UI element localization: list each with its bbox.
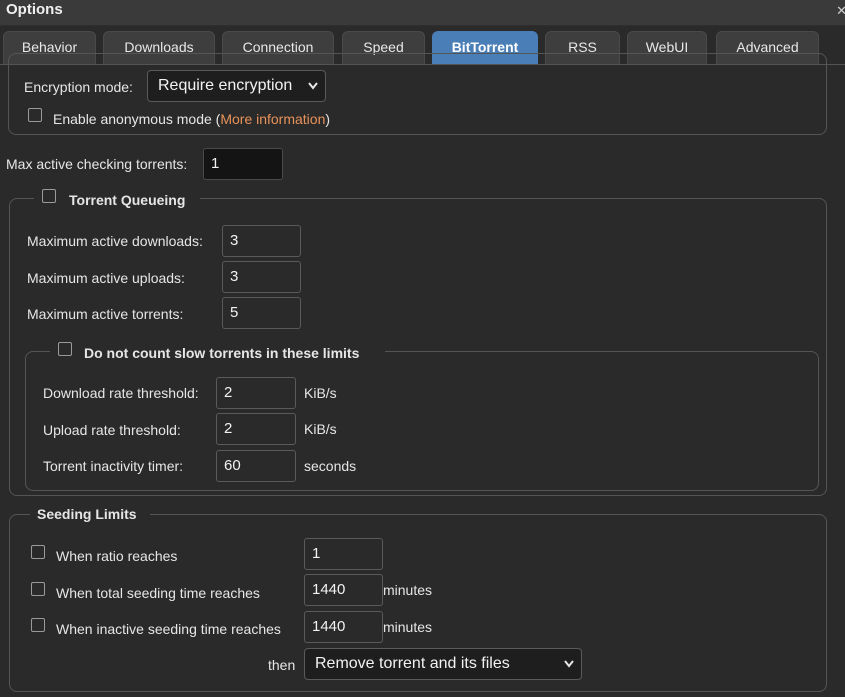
- download-threshold-label: Download rate threshold:: [43, 385, 199, 401]
- then-label: then: [268, 657, 296, 673]
- seeding-limits-title: Seeding Limits: [37, 506, 137, 522]
- ratio-checkbox[interactable]: [31, 545, 45, 559]
- encryption-mode-select[interactable]: Require encryption: [147, 70, 326, 102]
- upload-threshold-unit: KiB/s: [304, 421, 337, 437]
- torrent-queueing-title: Torrent Queueing: [69, 192, 186, 208]
- max-torrents-input[interactable]: 5: [222, 297, 301, 329]
- anonymous-mode-checkbox[interactable]: [28, 108, 42, 122]
- seeding-action-select[interactable]: Remove torrent and its files: [304, 648, 582, 680]
- more-information-link[interactable]: More information: [220, 111, 325, 127]
- inactive-seeding-unit: minutes: [383, 619, 433, 635]
- torrent-queueing-checkbox[interactable]: [42, 189, 56, 203]
- options-content: Encryption mode: Require encryption Enab…: [0, 53, 845, 697]
- anonymous-mode-text-end: ): [325, 111, 331, 127]
- upload-threshold-label: Upload rate threshold:: [43, 422, 181, 438]
- inactivity-timer-input[interactable]: 60: [216, 450, 296, 482]
- inactive-seeding-checkbox[interactable]: [31, 618, 45, 632]
- ratio-label: When ratio reaches: [56, 548, 178, 564]
- ratio-input[interactable]: 1: [304, 538, 383, 570]
- max-checking-input[interactable]: 1: [203, 148, 283, 180]
- encryption-mode-value: Require encryption: [158, 77, 293, 94]
- max-torrents-label: Maximum active torrents:: [27, 306, 184, 322]
- download-threshold-unit: KiB/s: [304, 385, 337, 401]
- max-uploads-label: Maximum active uploads:: [27, 270, 185, 286]
- slow-torrents-title: Do not count slow torrents in these limi…: [84, 345, 360, 361]
- seeding-time-input[interactable]: 1440: [304, 574, 383, 606]
- max-downloads-input[interactable]: 3: [222, 225, 301, 257]
- seeding-time-label: When total seeding time reaches: [56, 585, 260, 601]
- inactivity-timer-label: Torrent inactivity timer:: [43, 458, 184, 474]
- close-icon[interactable]: ✕: [836, 3, 845, 19]
- max-uploads-input[interactable]: 3: [222, 261, 301, 293]
- upload-threshold-input[interactable]: 2: [216, 413, 296, 445]
- window-title: Options: [6, 1, 63, 18]
- inactive-seeding-label: When inactive seeding time reaches: [56, 621, 281, 637]
- chevron-down-icon: [307, 71, 319, 112]
- seeding-time-unit: minutes: [383, 582, 433, 598]
- encryption-mode-label: Encryption mode:: [24, 79, 133, 95]
- seeding-time-checkbox[interactable]: [31, 582, 45, 596]
- seeding-action-value: Remove torrent and its files: [315, 655, 510, 672]
- max-downloads-label: Maximum active downloads:: [27, 233, 203, 249]
- download-threshold-input[interactable]: 2: [216, 377, 296, 409]
- title-bar: Options ✕: [0, 0, 845, 26]
- anonymous-mode-label: Enable anonymous mode (More information): [53, 111, 330, 127]
- anonymous-mode-text: Enable anonymous mode (: [53, 111, 221, 127]
- chevron-down-icon: [563, 649, 575, 690]
- inactive-seeding-input[interactable]: 1440: [304, 611, 383, 643]
- inactivity-timer-unit: seconds: [304, 458, 357, 474]
- slow-torrents-checkbox[interactable]: [58, 342, 72, 356]
- max-checking-label: Max active checking torrents:: [6, 156, 188, 172]
